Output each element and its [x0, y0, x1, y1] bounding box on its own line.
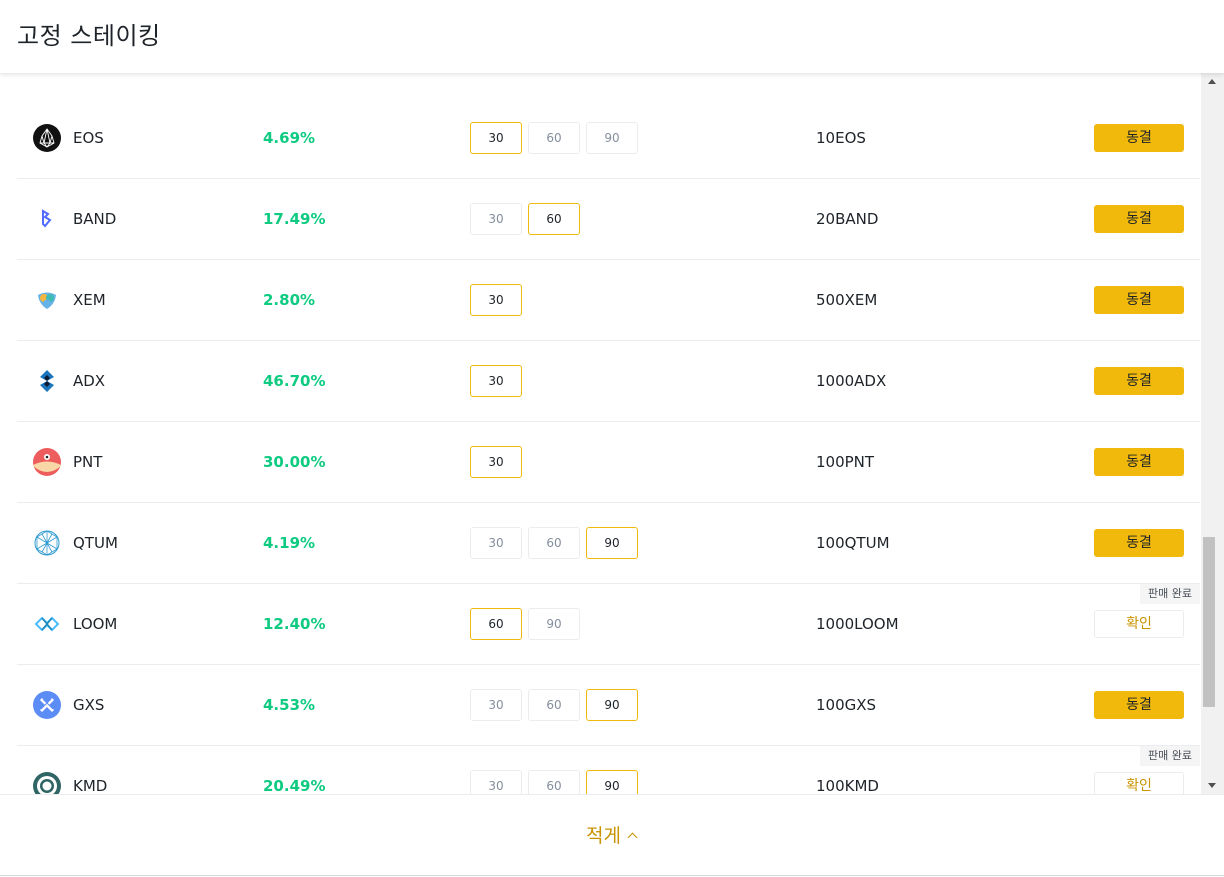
minimum-amount: 1000LOOM — [816, 615, 899, 633]
apy-value: 4.69% — [263, 129, 316, 147]
minimum-amount: 100GXS — [816, 696, 877, 714]
kmd-icon — [33, 772, 61, 794]
duration-option-90[interactable]: 90 — [528, 608, 580, 640]
apy-value: 20.49% — [263, 777, 326, 794]
lock-button[interactable]: 동결 — [1094, 367, 1184, 395]
coin-name: XEM — [73, 291, 106, 309]
duration-option-30[interactable]: 30 — [470, 365, 522, 397]
collapse-label: 적게 — [586, 825, 621, 847]
eos-icon — [33, 124, 61, 152]
coin-name: EOS — [73, 129, 104, 147]
page-title: 고정 스테이킹 — [17, 22, 161, 50]
loom-icon — [33, 610, 61, 638]
adx-icon — [33, 367, 61, 395]
duration-option-30[interactable]: 30 — [470, 284, 522, 316]
duration-option-30[interactable]: 30 — [470, 203, 522, 235]
duration-option-30[interactable]: 30 — [470, 446, 522, 478]
minimum-amount: 10EOS — [816, 129, 866, 147]
staking-row-band: BAND 17.49% 30 60 20BAND 동결 — [17, 179, 1200, 260]
minimum-amount: 100QTUM — [816, 534, 890, 552]
staking-row-qtum: QTUM 4.19% 30 60 90 100QTUM 동결 — [17, 503, 1200, 584]
staking-list: EOS 4.69% 30 60 90 10EOS 동결 BAND 17.49% 30 60 20BAN… — [0, 73, 1224, 794]
duration-option-60[interactable]: 60 — [528, 122, 580, 154]
minimum-amount: 500XEM — [816, 291, 878, 309]
sold-out-badge: 판매 완료 — [1140, 746, 1200, 766]
collapse-button[interactable]: 적게 — [586, 821, 638, 848]
lock-button[interactable]: 동결 — [1094, 124, 1184, 152]
staking-row-loom: LOOM 12.40% 60 90 1000LOOM 판매 완료확인 — [17, 584, 1200, 665]
apy-value: 4.53% — [263, 696, 316, 714]
confirm-button[interactable]: 확인 — [1094, 772, 1184, 794]
scroll-up-arrow-icon[interactable] — [1208, 79, 1216, 84]
duration-option-90[interactable]: 90 — [586, 689, 638, 721]
scrollbar-thumb[interactable] — [1203, 537, 1215, 707]
coin-name: ADX — [73, 372, 106, 390]
duration-option-90[interactable]: 90 — [586, 122, 638, 154]
minimum-amount: 1000ADX — [816, 372, 887, 390]
coin-name: GXS — [73, 696, 105, 714]
staking-row-eos: EOS 4.69% 30 60 90 10EOS 동결 — [17, 98, 1200, 179]
duration-option-30[interactable]: 30 — [470, 689, 522, 721]
apy-value: 17.49% — [263, 210, 326, 228]
scroll-down-arrow-icon[interactable] — [1208, 783, 1216, 788]
duration-option-90[interactable]: 90 — [586, 527, 638, 559]
page-header: 고정 스테이킹 — [0, 0, 1224, 73]
minimum-amount: 20BAND — [816, 210, 879, 228]
coin-name: LOOM — [73, 615, 118, 633]
apy-value: 30.00% — [263, 453, 326, 471]
apy-value: 4.19% — [263, 534, 316, 552]
lock-button[interactable]: 동결 — [1094, 448, 1184, 476]
sold-out-badge: 판매 완료 — [1140, 584, 1200, 604]
duration-option-60[interactable]: 60 — [470, 608, 522, 640]
confirm-button[interactable]: 확인 — [1094, 610, 1184, 638]
lock-button[interactable]: 동결 — [1094, 286, 1184, 314]
coin-name: KMD — [73, 777, 108, 794]
duration-option-90[interactable]: 90 — [586, 770, 638, 794]
chevron-up-icon — [627, 832, 638, 843]
xem-icon — [33, 286, 61, 314]
duration-option-60[interactable]: 60 — [528, 203, 580, 235]
lock-button[interactable]: 동결 — [1094, 529, 1184, 557]
coin-name: PNT — [73, 453, 103, 471]
staking-row-xem: XEM 2.80% 30 500XEM 동결 — [17, 260, 1200, 341]
staking-row-pnt: PNT 30.00% 30 100PNT 동결 — [17, 422, 1200, 503]
list-footer: 적게 — [0, 794, 1224, 876]
minimum-amount: 100PNT — [816, 453, 875, 471]
apy-value: 12.40% — [263, 615, 326, 633]
staking-row-gxs: GXS 4.53% 30 60 90 100GXS 동결 — [17, 665, 1200, 746]
duration-option-30[interactable]: 30 — [470, 770, 522, 794]
duration-option-60[interactable]: 60 — [528, 770, 580, 794]
qtum-icon — [33, 529, 61, 557]
duration-option-30[interactable]: 30 — [470, 122, 522, 154]
pnt-icon — [33, 448, 61, 476]
staking-row-kmd: KMD 20.49% 30 60 90 100KMD 판매 완료확인 — [17, 746, 1200, 794]
scrollbar[interactable] — [1201, 73, 1224, 794]
lock-button[interactable]: 동결 — [1094, 205, 1184, 233]
duration-option-60[interactable]: 60 — [528, 689, 580, 721]
lock-button[interactable]: 동결 — [1094, 691, 1184, 719]
gxs-icon — [33, 691, 61, 719]
apy-value: 46.70% — [263, 372, 326, 390]
staking-row-adx: ADX 46.70% 30 1000ADX 동결 — [17, 341, 1200, 422]
coin-name: QTUM — [73, 534, 118, 552]
duration-option-60[interactable]: 60 — [528, 527, 580, 559]
minimum-amount: 100KMD — [816, 777, 879, 794]
band-icon — [33, 205, 61, 233]
apy-value: 2.80% — [263, 291, 316, 309]
coin-name: BAND — [73, 210, 117, 228]
duration-option-30[interactable]: 30 — [470, 527, 522, 559]
